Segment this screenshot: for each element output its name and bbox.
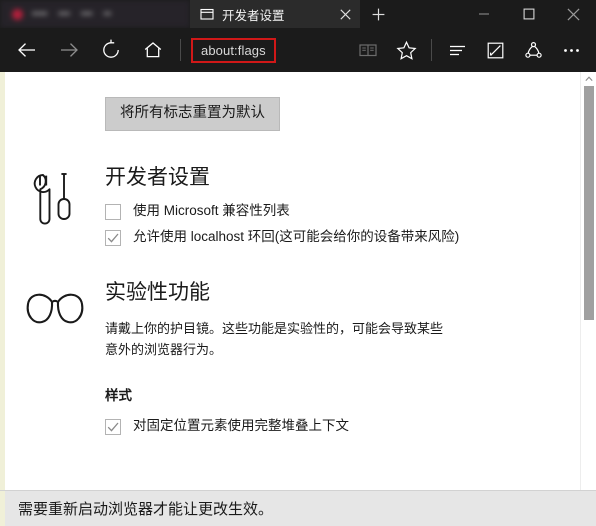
address-bar[interactable]: about:flags <box>191 37 276 63</box>
blur-word: •• <box>103 8 112 20</box>
back-arrow-icon <box>18 43 35 57</box>
background-tab[interactable]: •••• ••• ••• •• <box>0 0 190 28</box>
book-icon <box>359 44 377 57</box>
toolbar-right-actions <box>349 31 590 69</box>
close-icon <box>567 7 580 21</box>
blur-word: ••• <box>80 8 93 20</box>
refresh-icon <box>103 39 119 58</box>
flag-option-label: 允许使用 localhost 环回(这可能会给你的设备带来风险) <box>133 228 460 244</box>
scroll-up-button[interactable] <box>581 72 596 86</box>
home-button[interactable] <box>132 31 174 69</box>
share-icon <box>524 41 542 58</box>
ellipsis-icon <box>563 48 579 52</box>
tab-strip: •••• ••• ••• •• 开发者设置 <box>0 0 596 28</box>
minimize-button[interactable] <box>461 0 506 28</box>
section-title: 实验性功能 <box>105 280 210 304</box>
toolbar-divider <box>180 39 181 61</box>
window-controls <box>461 0 596 28</box>
address-bar-text: about:flags <box>201 42 266 58</box>
section-description: 请戴上你的护目镜。这些功能是实验性的，可能会导致某些意外的浏览器行为。 <box>105 321 444 358</box>
maximize-icon <box>523 8 534 20</box>
checkmark-icon <box>107 422 119 432</box>
forward-arrow-icon <box>61 43 78 57</box>
flag-option-row[interactable]: 使用 Microsoft 兼容性列表 <box>105 203 596 220</box>
checkbox-unchecked[interactable] <box>105 203 121 220</box>
forward-button[interactable] <box>48 31 90 69</box>
checkbox-checked[interactable] <box>105 419 121 436</box>
favorites-button[interactable] <box>387 31 425 69</box>
share-button[interactable] <box>514 31 552 69</box>
home-icon <box>144 42 162 58</box>
checkmark-icon <box>107 233 119 243</box>
blur-word: •••• <box>32 8 48 20</box>
notification-message: 需要重新启动浏览器才能让更改生效。 <box>18 501 274 518</box>
web-note-button[interactable] <box>476 31 514 69</box>
close-window-button[interactable] <box>551 0 596 28</box>
checkbox-checked[interactable] <box>105 229 121 246</box>
flag-option-row[interactable]: 对固定位置元素使用完整堆叠上下文 <box>105 418 596 436</box>
toolbar-divider-2 <box>431 39 432 61</box>
chevron-up-icon <box>585 76 593 81</box>
flags-page: 将所有标志重置为默认 开发者设置 使用 Microsoft 兼容性列表 允许使用… <box>5 72 596 526</box>
restart-notification-bar: 需要重新启动浏览器才能让更改生效。 <box>0 490 596 526</box>
close-tab-icon[interactable] <box>336 5 354 23</box>
back-button[interactable] <box>6 31 48 69</box>
scrollbar-track[interactable] <box>581 86 596 512</box>
blur-word: ••• <box>58 8 70 20</box>
hub-button[interactable] <box>438 31 476 69</box>
pencil-note-icon <box>487 42 503 58</box>
flag-option-label: 对固定位置元素使用完整堆叠上下文 <box>133 418 349 434</box>
more-button[interactable] <box>552 31 590 69</box>
background-tab-title: •••• ••• ••• •• <box>32 8 111 20</box>
flag-option-label: 使用 Microsoft 兼容性列表 <box>133 202 290 218</box>
goggles-icon <box>23 284 87 348</box>
browser-toolbar: about:flags <box>0 28 596 72</box>
active-tab[interactable]: 开发者设置 <box>190 0 360 28</box>
minimize-icon <box>478 13 489 15</box>
reset-all-flags-button[interactable]: 将所有标志重置为默认 <box>105 97 280 131</box>
maximize-button[interactable] <box>506 0 551 28</box>
subsection-title: 样式 <box>105 388 132 404</box>
section-experimental-features: 实验性功能 请戴上你的护目镜。这些功能是实验性的，可能会导致某些意外的浏览器行为… <box>5 280 596 436</box>
star-icon <box>395 40 417 60</box>
flag-option-row[interactable]: 允许使用 localhost 环回(这可能会给你的设备带来风险) <box>105 229 596 246</box>
window-icon <box>200 8 214 20</box>
new-tab-button[interactable] <box>360 0 396 28</box>
active-tab-title: 开发者设置 <box>222 8 285 23</box>
refresh-button[interactable] <box>90 31 132 69</box>
page-content-area: 将所有标志重置为默认 开发者设置 使用 Microsoft 兼容性列表 允许使用… <box>0 72 596 526</box>
browser-window: •••• ••• ••• •• 开发者设置 about:flags 将所有标志重… <box>0 0 596 526</box>
section-developer-settings: 开发者设置 使用 Microsoft 兼容性列表 允许使用 localhost … <box>5 165 596 246</box>
reading-view-button[interactable] <box>349 31 387 69</box>
tools-icon <box>23 169 87 233</box>
favicon-icon <box>12 8 23 20</box>
section-title: 开发者设置 <box>105 165 210 189</box>
vertical-scrollbar[interactable] <box>580 72 596 526</box>
address-bar-area: about:flags <box>187 31 349 69</box>
scrollbar-thumb[interactable] <box>584 86 594 321</box>
plus-icon <box>372 8 384 20</box>
hub-lines-icon <box>449 45 465 55</box>
